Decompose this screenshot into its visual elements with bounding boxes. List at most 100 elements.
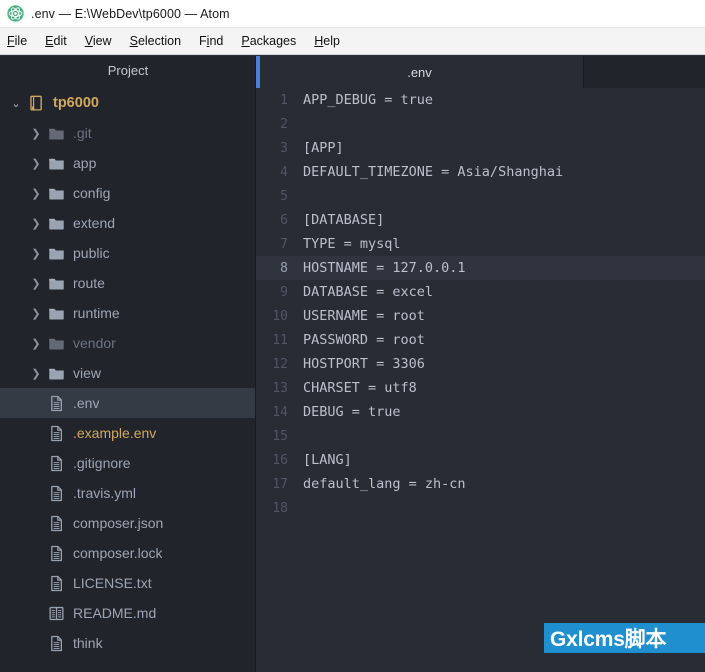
menu-item-find[interactable]: Find — [199, 32, 232, 50]
line-text: APP_DEBUG = true — [303, 92, 434, 108]
code-line[interactable]: 8 HOSTNAME = 127.0.0.1 — [256, 256, 705, 280]
tree-item-directory-public[interactable]: ❯ public — [0, 238, 256, 268]
sidebar-header-title: Project — [0, 56, 256, 86]
tree-item-directory-app[interactable]: ❯ app — [0, 148, 256, 178]
atom-window: .env — E:\WebDev\tp6000 — Atom File Edit… — [0, 0, 705, 672]
tree-item-label: public — [73, 245, 110, 261]
menu-bar[interactable]: File Edit View Selection Find Packages H… — [0, 28, 705, 55]
tab-env[interactable]: .env — [256, 56, 584, 88]
file-icon — [46, 635, 66, 652]
code-line[interactable]: 3 [APP] — [256, 136, 705, 160]
chevron-right-icon[interactable]: ❯ — [28, 277, 44, 290]
code-line[interactable]: 1 APP_DEBUG = true — [256, 88, 705, 112]
tree-item-file-license-txt[interactable]: LICENSE.txt — [0, 568, 256, 598]
code-line[interactable]: 10 USERNAME = root — [256, 304, 705, 328]
tree-item-directory-extend[interactable]: ❯ extend — [0, 208, 256, 238]
menu-item-help[interactable]: Help — [314, 32, 349, 50]
code-line[interactable]: 4 DEFAULT_TIMEZONE = Asia/Shanghai — [256, 160, 705, 184]
folder-icon — [46, 305, 66, 322]
line-text: DEFAULT_TIMEZONE = Asia/Shanghai — [303, 164, 564, 180]
line-text: CHARSET = utf8 — [303, 380, 417, 396]
tree-item-file-travis-yml[interactable]: .travis.yml — [0, 478, 256, 508]
tree-item-label: think — [73, 635, 103, 651]
tree-view-sidebar: Project ⌄ tp6000 ❯ .git ❯ app ❯ config ❯ extend ❯ p… — [0, 56, 256, 672]
file-icon — [46, 515, 66, 532]
file-tree[interactable]: ⌄ tp6000 ❯ .git ❯ app ❯ config ❯ extend ❯ public ❯ ro… — [0, 86, 256, 658]
menu-item-packages[interactable]: Packages — [241, 32, 305, 50]
tree-item-label: app — [73, 155, 97, 171]
line-text: default_lang = zh-cn — [303, 476, 466, 492]
chevron-down-icon[interactable]: ⌄ — [8, 97, 24, 110]
title-bar: .env — E:\WebDev\tp6000 — Atom — [0, 0, 705, 28]
line-number: 9 — [280, 284, 288, 300]
chevron-right-icon[interactable]: ❯ — [28, 367, 44, 380]
code-line[interactable]: 6 [DATABASE] — [256, 208, 705, 232]
chevron-right-icon[interactable]: ❯ — [28, 127, 44, 140]
code-line[interactable]: 17 default_lang = zh-cn — [256, 472, 705, 496]
tree-item-directory-git[interactable]: ❯ .git — [0, 118, 256, 148]
chevron-right-icon[interactable]: ❯ — [28, 247, 44, 260]
tree-item-file-example-env[interactable]: .example.env — [0, 418, 256, 448]
chevron-right-icon[interactable]: ❯ — [28, 337, 44, 350]
line-text: PASSWORD = root — [303, 332, 425, 348]
line-text: HOSTNAME = 127.0.0.1 — [303, 260, 466, 276]
tree-item-directory-view[interactable]: ❯ view — [0, 358, 256, 388]
file-icon — [46, 425, 66, 442]
tree-item-label: README.md — [73, 605, 157, 621]
line-number: 8 — [280, 260, 288, 276]
tree-item-file-composer-lock[interactable]: composer.lock — [0, 538, 256, 568]
tree-item-label: .travis.yml — [73, 485, 136, 501]
line-text: [LANG] — [303, 452, 352, 468]
tab-bar[interactable]: .env — [256, 56, 705, 88]
line-text: HOSTPORT = 3306 — [303, 356, 425, 372]
tree-item-directory-tp6000[interactable]: ⌄ tp6000 — [0, 88, 256, 118]
code-line[interactable]: 7 TYPE = mysql — [256, 232, 705, 256]
tree-item-label: .gitignore — [73, 455, 131, 471]
code-line[interactable]: 16 [LANG] — [256, 448, 705, 472]
code-line[interactable]: 5 — [256, 184, 705, 208]
tree-item-file-composer-json[interactable]: composer.json — [0, 508, 256, 538]
code-line[interactable]: 2 — [256, 112, 705, 136]
tree-item-file-readme-md[interactable]: README.md — [0, 598, 256, 628]
menu-item-selection[interactable]: Selection — [130, 32, 190, 50]
tree-item-file-env[interactable]: .env — [0, 388, 256, 418]
watermark-text: Gxlcms脚本 — [550, 628, 667, 651]
chevron-right-icon[interactable]: ❯ — [28, 157, 44, 170]
book-icon — [46, 605, 66, 622]
code-line[interactable]: 18 — [256, 496, 705, 520]
line-text: DATABASE = excel — [303, 284, 434, 300]
menu-item-view[interactable]: View — [85, 32, 121, 50]
menu-item-file[interactable]: File — [7, 32, 36, 50]
code-line[interactable]: 13 CHARSET = utf8 — [256, 376, 705, 400]
line-number: 5 — [280, 188, 288, 204]
code-line[interactable]: 12 HOSTPORT = 3306 — [256, 352, 705, 376]
tree-item-directory-runtime[interactable]: ❯ runtime — [0, 298, 256, 328]
folder-icon — [46, 245, 66, 262]
line-number: 10 — [272, 308, 288, 324]
tree-item-file-gitignore[interactable]: .gitignore — [0, 448, 256, 478]
line-number: 1 — [280, 92, 288, 108]
chevron-right-icon[interactable]: ❯ — [28, 307, 44, 320]
code-line[interactable]: 15 — [256, 424, 705, 448]
watermark-banner: Gxlcms脚本 — [544, 623, 705, 653]
tab-label: .env — [407, 64, 432, 80]
line-text: DEBUG = true — [303, 404, 401, 420]
tree-item-directory-config[interactable]: ❯ config — [0, 178, 256, 208]
menu-item-edit[interactable]: Edit — [45, 32, 76, 50]
file-icon — [46, 545, 66, 562]
repository-icon — [26, 95, 46, 112]
code-line[interactable]: 14 DEBUG = true — [256, 400, 705, 424]
workspace: Project ⌄ tp6000 ❯ .git ❯ app ❯ config ❯ extend ❯ p… — [0, 56, 705, 672]
tree-item-label: .git — [73, 125, 92, 141]
tree-item-directory-vendor[interactable]: ❯ vendor — [0, 328, 256, 358]
code-line[interactable]: 11 PASSWORD = root — [256, 328, 705, 352]
chevron-right-icon[interactable]: ❯ — [28, 217, 44, 230]
folder-icon — [46, 215, 66, 232]
code-line[interactable]: 9 DATABASE = excel — [256, 280, 705, 304]
file-icon — [46, 485, 66, 502]
tree-item-label: .env — [73, 395, 100, 411]
code-editor[interactable]: 1 APP_DEBUG = true 2 3 [APP] 4 DEFAULT_TIMEZON… — [256, 88, 705, 672]
tree-item-directory-route[interactable]: ❯ route — [0, 268, 256, 298]
chevron-right-icon[interactable]: ❯ — [28, 187, 44, 200]
tree-item-file-think[interactable]: think — [0, 628, 256, 658]
